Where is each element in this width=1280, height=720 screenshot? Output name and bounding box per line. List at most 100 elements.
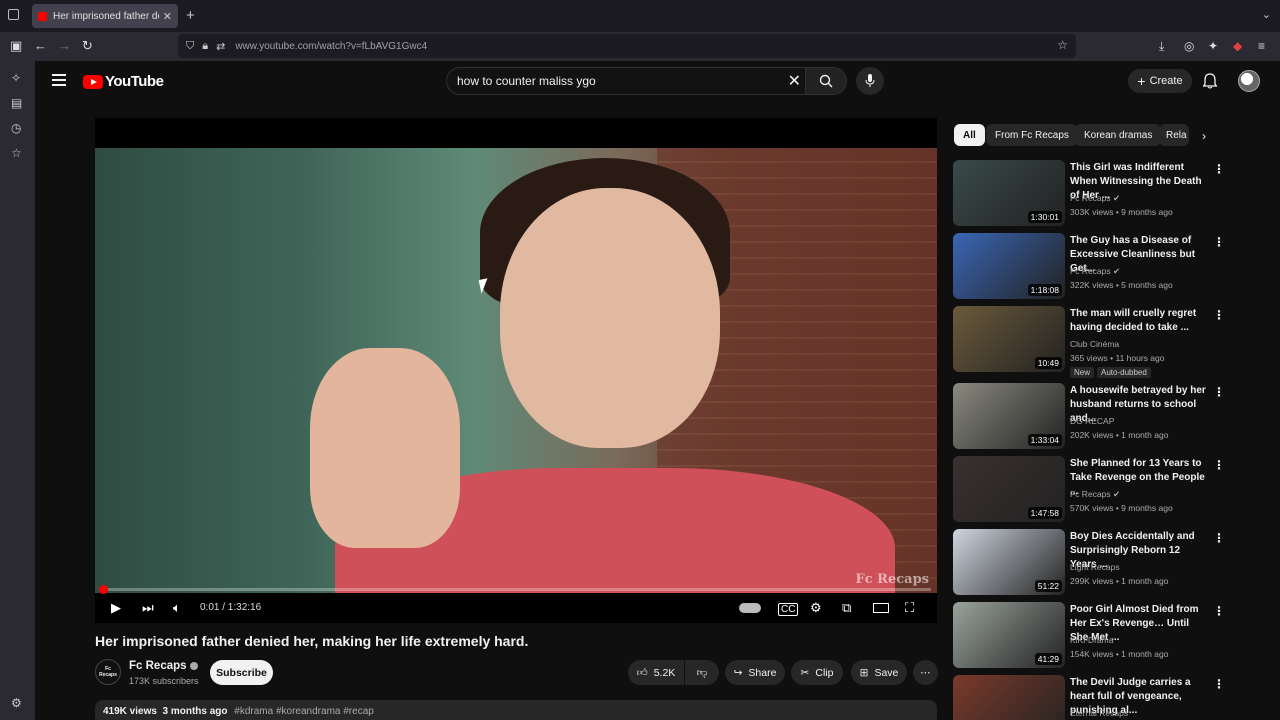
recommended-video-title[interactable]: The man will cruelly regret having decid… (1070, 307, 1207, 335)
save-button[interactable]: ⊞ Save (851, 660, 907, 685)
more-actions-button[interactable]: ⋯ (913, 660, 938, 685)
video-thumbnail[interactable]: 1:33:04 (953, 383, 1065, 449)
channel-name[interactable]: Fc Recaps (129, 660, 198, 672)
notifications-bell-icon[interactable] (1202, 73, 1218, 94)
recommended-video[interactable]: 1:47:58 She Planned for 13 Years to Take … (953, 456, 1225, 524)
recommended-channel[interactable]: Club Cinéma (1070, 339, 1119, 349)
recommended-channel[interactable]: Fc Recaps ✔ (1070, 266, 1120, 277)
recommended-channel[interactable]: DG RECAP (1070, 416, 1114, 426)
captions-icon[interactable]: CC (778, 603, 799, 616)
menu-icon[interactable]: ≡ (1258, 39, 1265, 53)
chip-from-fc-recaps[interactable]: From Fc Recaps (986, 124, 1078, 146)
subscribe-button[interactable]: Subscribe (210, 660, 273, 685)
chip-related[interactable]: Rela (1159, 124, 1189, 146)
downloads-icon[interactable]: ⤓ (1159, 39, 1164, 54)
create-button[interactable]: + Create (1128, 69, 1192, 93)
voice-search-button[interactable] (856, 67, 884, 95)
more-vertical-icon[interactable]: ⋮ (1213, 308, 1225, 322)
recommended-video-meta: 365 views • 11 hours ago (1070, 353, 1165, 363)
more-vertical-icon[interactable]: ⋮ (1213, 385, 1225, 399)
lock-icon[interactable]: 🔒︎ (202, 40, 208, 53)
chip-korean-dramas[interactable]: Korean dramas (1075, 124, 1162, 146)
sidebar-toggle-icon[interactable]: ▣ (10, 39, 22, 53)
address-bar[interactable]: ⛉ 🔒︎ ⇄ www.youtube.com/watch?v=fLbAVG1Gw… (178, 34, 1076, 58)
video-thumbnail[interactable]: 10:49 (953, 306, 1065, 372)
more-vertical-icon[interactable]: ⋮ (1213, 235, 1225, 249)
scrubber-knob[interactable] (99, 585, 108, 594)
forward-button[interactable]: → (58, 39, 71, 53)
bookmark-star-icon[interactable]: ☆ (1057, 38, 1068, 52)
account-icon[interactable]: ◎ (1184, 39, 1194, 53)
description-box[interactable]: 419K views 3 months ago #kdrama #koreand… (95, 700, 937, 720)
progress-bar[interactable] (99, 585, 931, 594)
more-vertical-icon[interactable]: ⋮ (1213, 458, 1225, 472)
video-thumbnail[interactable]: 51:22 (953, 529, 1065, 595)
recommended-channel[interactable]: Eternal Recaps (1070, 708, 1128, 718)
video-thumbnail[interactable]: 1:30:01 (953, 160, 1065, 226)
browser-tab[interactable]: Her imprisoned father denied her, making… (32, 4, 178, 28)
chip-all[interactable]: All (954, 124, 985, 146)
more-vertical-icon[interactable]: ⋮ (1213, 531, 1225, 545)
more-vertical-icon[interactable]: ⋮ (1213, 604, 1225, 618)
share-button[interactable]: ↪ Share (725, 660, 785, 685)
more-vertical-icon[interactable]: ⋮ (1213, 162, 1225, 176)
youtube-logo[interactable]: YouTube (83, 73, 164, 90)
ai-chat-icon[interactable]: ✧ (11, 71, 21, 85)
recommended-video[interactable]: 1:33:04 A housewife betrayed by her husba… (953, 383, 1225, 451)
user-avatar[interactable] (1238, 70, 1260, 92)
recommended-video[interactable]: 41:29 Poor Girl Almost Died from Her Ex's… (953, 602, 1225, 670)
play-icon[interactable]: ▶ (111, 600, 121, 616)
tab-overflow-chevron-icon[interactable]: ⌄ (1262, 8, 1271, 21)
search-button[interactable] (805, 67, 847, 95)
video-thumbnail[interactable]: 41:29 (953, 602, 1065, 668)
synced-tabs-icon[interactable]: ▤ (11, 96, 22, 110)
close-tab-icon[interactable]: ✕ (163, 10, 172, 23)
video-frame[interactable]: Fc Recaps (95, 148, 937, 593)
dislike-button[interactable]: 👎︎ (685, 660, 719, 685)
miniplayer-icon[interactable]: ⧉ (842, 600, 851, 616)
bookmarks-icon[interactable]: ☆ (11, 146, 22, 160)
history-icon[interactable]: ◷ (11, 121, 21, 135)
fullscreen-icon[interactable]: ⛶ (905, 600, 914, 616)
browser-tab-bar: Her imprisoned father denied her, making… (0, 0, 1280, 32)
recommended-channel[interactable]: Light Recaps (1070, 562, 1120, 572)
extensions-icon[interactable]: ✦ (1208, 39, 1218, 53)
settings-gear-icon[interactable]: ⚙ (810, 600, 822, 616)
new-tab-button[interactable]: + (186, 7, 195, 24)
recommended-video[interactable]: The Devil Judge carries a heart full of … (953, 675, 1225, 720)
shield-icon[interactable]: ⛉ (186, 40, 194, 53)
reload-button[interactable]: ↻ (82, 39, 93, 53)
plus-icon: + (1137, 73, 1146, 89)
video-thumbnail[interactable]: 1:18:08 (953, 233, 1065, 299)
next-icon[interactable]: ⏭ (142, 600, 154, 616)
autoplay-toggle[interactable] (739, 603, 761, 613)
recommended-video[interactable]: 10:49 The man will cruelly regret having … (953, 306, 1225, 378)
video-player[interactable]: Fc Recaps ▶ ⏭ 🔈︎ 0:01 / 1:32:16 CC ⚙ ⧉ ⛶ (95, 118, 937, 623)
recommended-video[interactable]: 1:30:01 This Girl was Indifferent When Wi… (953, 160, 1225, 228)
recommended-channel[interactable]: Fc Recaps ✔ (1070, 193, 1120, 204)
like-button[interactable]: 👍︎ 5.2K (628, 660, 684, 685)
guide-menu-icon[interactable] (52, 74, 66, 86)
volume-icon[interactable]: 🔈︎ (173, 600, 181, 616)
back-button[interactable]: ← (34, 39, 47, 53)
recommended-video[interactable]: 1:18:08 The Guy has a Disease of Excessiv… (953, 233, 1225, 301)
player-controls: ▶ ⏭ 🔈︎ 0:01 / 1:32:16 CC ⚙ ⧉ ⛶ (95, 595, 937, 623)
permissions-icon[interactable]: ⇄ (216, 40, 225, 53)
recommended-video[interactable]: 51:22 Boy Dies Accidentally and Surprisin… (953, 529, 1225, 597)
hashtags[interactable]: #kdrama #koreandrama #recap (234, 706, 374, 717)
ublock-icon[interactable]: ◆ (1233, 39, 1242, 53)
more-vertical-icon[interactable]: ⋮ (1213, 677, 1225, 691)
recommended-channel[interactable]: Fc Recaps ✔ (1070, 489, 1120, 500)
channel-avatar[interactable]: Fc Recaps (95, 659, 121, 685)
settings-icon[interactable]: ⚙ (11, 696, 22, 710)
clip-button[interactable]: ✂ Clip (791, 660, 843, 685)
clear-search-icon[interactable]: ✕ (788, 71, 801, 91)
time-display: 0:01 / 1:32:16 (200, 602, 262, 613)
theater-mode-icon[interactable] (873, 603, 889, 613)
chevron-right-icon[interactable]: › (1202, 129, 1206, 143)
tab-list-icon[interactable] (8, 9, 19, 20)
video-thumbnail[interactable]: 1:47:58 (953, 456, 1065, 522)
video-thumbnail[interactable] (953, 675, 1065, 720)
recommended-channel[interactable]: KiKi-Drama (1070, 635, 1113, 645)
search-input[interactable] (457, 74, 777, 88)
